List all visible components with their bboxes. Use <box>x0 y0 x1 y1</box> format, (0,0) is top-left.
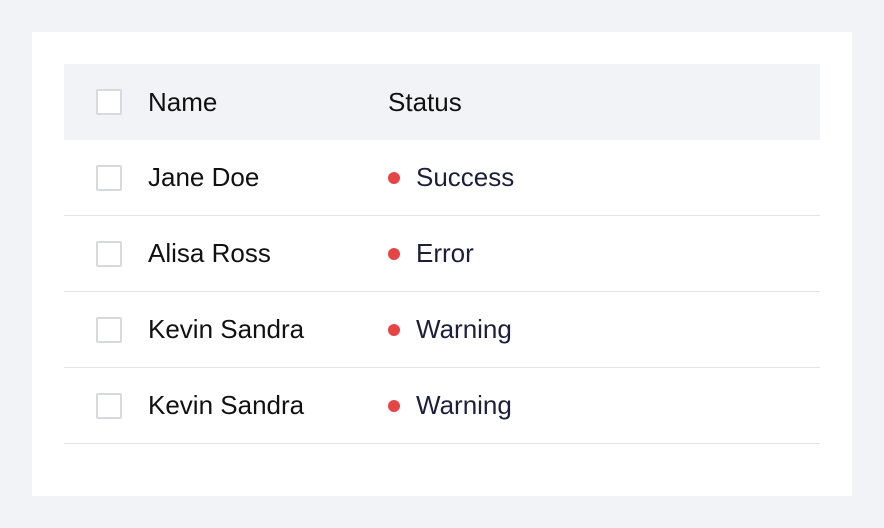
header-checkbox-cell <box>64 89 148 115</box>
table-row: Kevin Sandra Warning <box>64 368 820 444</box>
row-checkbox-cell <box>64 164 148 191</box>
row-name: Alisa Ross <box>148 238 271 268</box>
table-row: Alisa Ross Error <box>64 216 820 292</box>
status-label: Warning <box>416 314 512 344</box>
row-checkbox-cell <box>64 392 148 419</box>
table-row: Jane Doe Success <box>64 140 820 216</box>
table-card: Name Status Jane Doe Success Alisa Ross … <box>32 32 852 496</box>
row-status: Error <box>388 238 820 269</box>
status-dot-icon <box>388 399 400 412</box>
row-status: Warning <box>388 390 820 421</box>
status-label: Warning <box>416 390 512 420</box>
column-header-name: Name <box>148 86 218 117</box>
column-header-status: Status <box>388 86 462 117</box>
data-table: Name Status Jane Doe Success Alisa Ross … <box>64 64 820 444</box>
row-checkbox[interactable] <box>96 164 122 191</box>
status-dot-icon <box>388 247 400 260</box>
row-checkbox-cell <box>64 316 148 343</box>
row-name: Kevin Sandra <box>148 390 305 420</box>
status-dot-icon <box>388 323 400 336</box>
select-all-checkbox[interactable] <box>96 89 122 115</box>
table-header: Name Status <box>64 64 820 140</box>
status-label: Success <box>416 162 515 192</box>
status-label: Error <box>416 238 474 268</box>
row-checkbox-cell <box>64 240 148 267</box>
row-checkbox[interactable] <box>96 392 122 419</box>
row-status: Warning <box>388 314 820 345</box>
row-checkbox[interactable] <box>96 240 122 267</box>
table-row: Kevin Sandra Warning <box>64 292 820 368</box>
row-checkbox[interactable] <box>96 316 122 343</box>
row-status: Success <box>388 162 820 193</box>
row-name: Jane Doe <box>148 162 260 192</box>
row-name: Kevin Sandra <box>148 314 305 344</box>
status-dot-icon <box>388 171 400 184</box>
